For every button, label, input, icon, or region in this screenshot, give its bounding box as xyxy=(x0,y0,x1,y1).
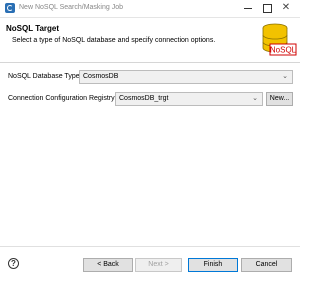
db-type-label: NoSQL Database Type: xyxy=(8,73,82,80)
app-icon xyxy=(5,3,15,13)
next-button[interactable]: Next > xyxy=(135,258,182,272)
back-button[interactable]: < Back xyxy=(83,258,133,272)
new-registry-button[interactable]: New... xyxy=(266,92,293,106)
window-title: New NoSQL Search/Masking Job xyxy=(19,4,124,11)
registry-label: Connection Configuration Registry: xyxy=(8,95,117,102)
db-type-select[interactable]: CosmosDB ⌄ xyxy=(79,70,293,84)
nosql-icon-label: NoSQL xyxy=(270,46,297,55)
finish-button[interactable]: Finish xyxy=(188,258,238,272)
cancel-button[interactable]: Cancel xyxy=(241,258,292,272)
page-description: Select a type of NoSQL database and spec… xyxy=(12,37,216,44)
registry-value: CosmosDB_trgt xyxy=(119,95,169,102)
footer-separator xyxy=(0,246,300,247)
page-title: NoSQL Target xyxy=(6,24,60,33)
close-button[interactable]: ✕ xyxy=(274,1,298,15)
db-type-value: CosmosDB xyxy=(83,73,119,80)
nosql-database-icon: NoSQL xyxy=(262,23,297,56)
wizard-content xyxy=(0,63,300,246)
registry-select[interactable]: CosmosDB_trgt ⌄ xyxy=(115,92,263,106)
help-icon[interactable]: ? xyxy=(8,258,19,269)
chevron-down-icon: ⌄ xyxy=(282,73,288,80)
title-bar: New NoSQL Search/Masking Job ✕ xyxy=(0,0,300,18)
chevron-down-icon: ⌄ xyxy=(252,95,258,102)
wizard-header: NoSQL Target Select a type of NoSQL data… xyxy=(0,18,300,63)
